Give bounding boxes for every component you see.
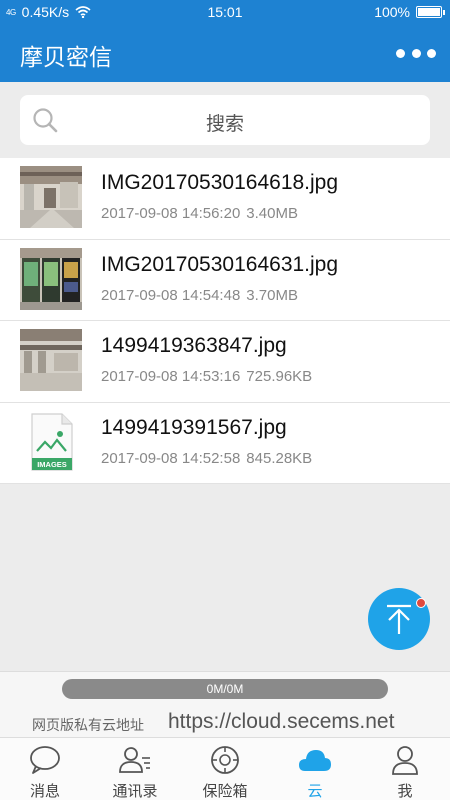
tab-label: 通讯录 bbox=[112, 783, 158, 800]
storage-progress-bar: 0M/0M bbox=[62, 679, 388, 699]
file-size: 725.96KB bbox=[246, 368, 313, 385]
images-label: IMAGES bbox=[37, 460, 67, 469]
cloud-url-link[interactable]: https://cloud.secems.net bbox=[168, 710, 394, 734]
file-row[interactable]: IMG20170530164631.jpg 2017-09-08 14:54:4… bbox=[0, 240, 450, 321]
photo-thumbnail bbox=[20, 247, 82, 310]
file-name: 1499419363847.jpg bbox=[101, 334, 287, 357]
file-list: IMG20170530164618.jpg 2017-09-08 14:56:2… bbox=[0, 158, 450, 484]
file-date: 2017-09-08 14:52:58 bbox=[101, 449, 241, 467]
tab-label: 保险箱 bbox=[202, 783, 248, 800]
search-area: 搜索 bbox=[0, 82, 450, 158]
file-date: 2017-09-08 14:53:16 bbox=[101, 368, 241, 385]
file-row[interactable]: IMAGES 1499419391567.jpg 2017-09-08 14:5… bbox=[0, 403, 450, 484]
file-name: IMG20170530164618.jpg bbox=[101, 171, 339, 194]
more-dots-icon[interactable] bbox=[396, 40, 436, 66]
tab-safe[interactable]: 保险箱 bbox=[180, 738, 270, 800]
tab-messages[interactable]: 消息 bbox=[0, 738, 90, 800]
tab-label: 云 bbox=[307, 783, 323, 800]
storage-progress-text: 0M/0M bbox=[206, 682, 244, 696]
photo-thumbnail bbox=[20, 166, 82, 228]
tab-me[interactable]: 我 bbox=[360, 738, 450, 800]
bottom-tab-bar: 消息 通讯录 保险箱 云 我 bbox=[0, 737, 450, 800]
cloud-icon bbox=[299, 750, 331, 771]
file-date: 2017-09-08 14:56:20 bbox=[101, 205, 241, 222]
file-meta: 2017-09-08 14:56:20 3.40MB bbox=[101, 205, 298, 222]
storage-info: 0M/0M 网页版私有云地址 https://cloud.secems.net bbox=[0, 671, 450, 737]
battery-percent: 100% bbox=[374, 4, 410, 20]
file-size: 3.70MB bbox=[246, 286, 298, 304]
tab-label: 我 bbox=[397, 783, 413, 800]
tab-contacts[interactable]: 通讯录 bbox=[90, 738, 180, 800]
search-placeholder: 搜索 bbox=[205, 114, 244, 135]
file-row[interactable]: IMG20170530164618.jpg 2017-09-08 14:56:2… bbox=[0, 158, 450, 240]
file-size: 3.40MB bbox=[246, 205, 298, 222]
app-bar: 摩贝密信 bbox=[0, 24, 450, 82]
cloud-url-label: 网页版私有云地址 bbox=[32, 717, 144, 733]
file-meta: 2017-09-08 14:52:58 845.28KB bbox=[101, 450, 312, 467]
notification-badge bbox=[416, 598, 426, 608]
app-title: 摩贝密信 bbox=[20, 44, 112, 70]
contacts-icon bbox=[119, 747, 150, 773]
file-meta: 2017-09-08 14:53:16 725.96KB bbox=[101, 368, 312, 385]
upload-button[interactable] bbox=[368, 588, 430, 650]
file-row[interactable]: 1499419363847.jpg 2017-09-08 14:53:16 725… bbox=[0, 321, 450, 403]
file-name: IMG20170530164631.jpg bbox=[101, 252, 339, 276]
chat-bubble-icon bbox=[30, 746, 60, 774]
photo-thumbnail bbox=[20, 329, 82, 391]
images-file-icon: IMAGES bbox=[20, 411, 82, 473]
person-icon bbox=[392, 746, 418, 775]
tab-cloud[interactable]: 云 bbox=[270, 738, 360, 800]
file-meta: 2017-09-08 14:54:48 3.70MB bbox=[101, 287, 298, 304]
search-input[interactable]: 搜索 bbox=[20, 95, 430, 145]
tab-label: 消息 bbox=[29, 783, 60, 800]
file-size: 845.28KB bbox=[246, 449, 313, 467]
file-name: 1499419391567.jpg bbox=[101, 415, 287, 439]
file-date: 2017-09-08 14:54:48 bbox=[101, 286, 241, 304]
battery-icon bbox=[416, 6, 445, 18]
safe-icon bbox=[211, 746, 239, 774]
status-bar: 4G 0.45K/s 15:01 100% bbox=[0, 0, 450, 24]
